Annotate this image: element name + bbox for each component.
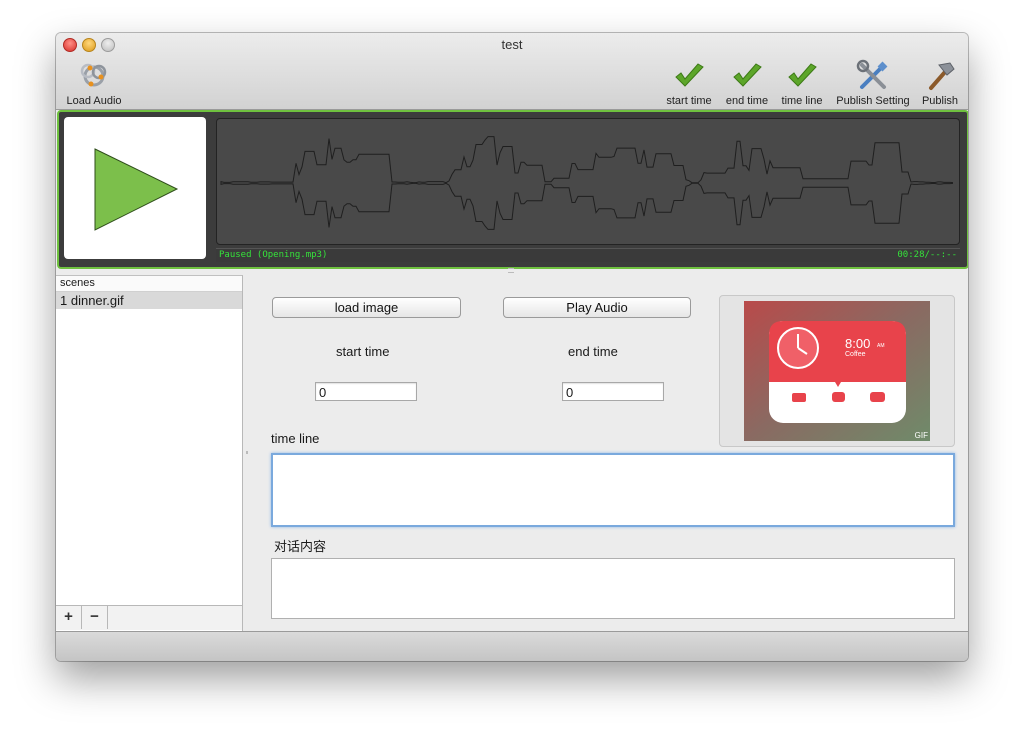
time-line-field-label: time line <box>271 431 320 446</box>
checkmark-icon <box>788 63 817 87</box>
split-view-grip[interactable] <box>508 268 514 273</box>
remove-scene-button[interactable]: − <box>82 606 108 629</box>
gif-badge: GIF <box>914 431 928 440</box>
end-time-input[interactable]: 0 <box>562 382 664 401</box>
add-scene-button[interactable]: + <box>56 606 82 629</box>
end-time-field-label: end time <box>568 344 618 359</box>
preview-clock-ampm: AM <box>877 343 885 349</box>
load-audio-label: Load Audio <box>66 95 122 107</box>
app-window: test Load Audio start time end time time… <box>56 33 968 661</box>
dialog-textarea[interactable] <box>271 558 955 619</box>
play-icon <box>94 148 179 231</box>
scenes-sidebar: scenes 1 dinner.gif <box>56 275 243 631</box>
time-line-button[interactable]: time line <box>778 59 826 107</box>
waveform <box>220 136 954 230</box>
sidebar-divider-handle[interactable] <box>246 451 248 454</box>
scene-image-preview: 8:00 AM Coffee GIF <box>744 301 930 441</box>
sidebar-footer: + − <box>56 605 243 630</box>
playback-time: 00:28/--:-- <box>897 250 957 260</box>
checkmark-icon <box>733 63 762 87</box>
playback-status: Paused (Opening.mp3) <box>219 250 328 260</box>
publish-setting-button[interactable]: Publish Setting <box>833 59 913 107</box>
preview-clock-time: 8:00 <box>845 336 871 351</box>
image-preview-well: 8:00 AM Coffee GIF <box>719 295 955 447</box>
start-time-field-label: start time <box>336 344 390 359</box>
scenes-header: scenes <box>56 276 242 292</box>
start-time-button[interactable]: start time <box>663 59 715 107</box>
tools-icon <box>856 59 888 89</box>
window-bottom-bar <box>56 631 968 661</box>
publish-setting-label: Publish Setting <box>836 95 910 107</box>
start-time-input[interactable]: 0 <box>315 382 417 401</box>
publish-button[interactable]: Publish <box>919 59 961 107</box>
scene-list-item[interactable]: 1 dinner.gif <box>56 292 242 309</box>
end-time-label: end time <box>725 95 769 107</box>
end-time-button[interactable]: end time <box>722 59 772 107</box>
load-audio-button[interactable]: Load Audio <box>64 59 124 107</box>
play-audio-button[interactable]: Play Audio <box>503 297 691 318</box>
play-button[interactable] <box>64 117 206 259</box>
publish-label: Publish <box>921 95 959 107</box>
checkmark-icon <box>675 63 704 87</box>
preview-caption: Coffee <box>845 351 866 358</box>
dialog-field-label: 对话内容 <box>274 539 327 554</box>
window-title: test <box>501 37 523 52</box>
waveform-display[interactable] <box>216 118 960 245</box>
load-image-button[interactable]: load image <box>272 297 461 318</box>
toolbar: test Load Audio start time end time time… <box>56 33 968 110</box>
audio-player: Paused (Opening.mp3) 00:28/--:-- <box>57 110 968 269</box>
audio-network-icon <box>80 63 107 87</box>
hammer-icon <box>929 62 955 90</box>
player-status-bar: Paused (Opening.mp3) 00:28/--:-- <box>216 248 960 262</box>
start-time-label: start time <box>666 95 712 107</box>
time-line-textarea[interactable] <box>271 453 955 527</box>
time-line-label: time line <box>781 95 823 107</box>
